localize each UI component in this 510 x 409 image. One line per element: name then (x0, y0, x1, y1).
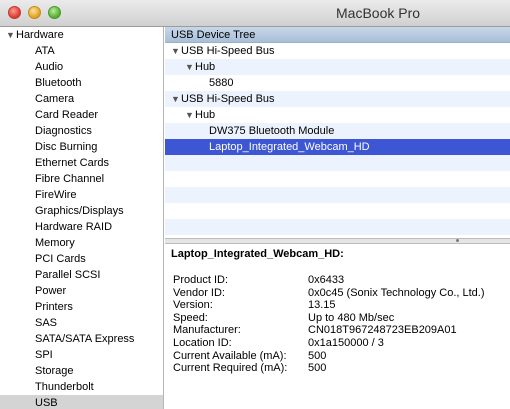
sidebar-item-camera[interactable]: Camera (0, 91, 163, 107)
title-bar[interactable]: MacBook Pro (0, 0, 510, 27)
tree-row-empty (165, 187, 510, 203)
detail-field-value: 0x0c45 (Sonix Technology Co., Ltd.) (308, 286, 485, 299)
detail-field-row: Product ID: 0x6433 (173, 274, 485, 287)
disclosure-triangle-icon[interactable]: ▼ (171, 91, 181, 107)
detail-field-value: Up to 480 Mb/sec (308, 311, 395, 324)
sidebar-item-power[interactable]: Power (0, 283, 163, 299)
tree-row[interactable]: DW375 Bluetooth Module (165, 123, 510, 139)
tree-row-label: DW375 Bluetooth Module (209, 125, 335, 137)
detail-field-value: CN018T967248723EB209A01 (308, 324, 457, 337)
tree-row-empty (165, 203, 510, 219)
main-pane: USB Device Tree ▼USB Hi-Speed Bus ▼Hub 588… (165, 27, 510, 409)
detail-field-row: Vendor ID: 0x0c45 (Sonix Technology Co., … (173, 287, 485, 300)
splitter-handle-icon[interactable] (456, 239, 459, 242)
detail-field-value: 500 (308, 362, 327, 375)
sidebar-item-audio[interactable]: Audio (0, 59, 163, 75)
tree-row[interactable]: ▼USB Hi-Speed Bus (165, 91, 510, 107)
sidebar-item-spi[interactable]: SPI (0, 347, 163, 363)
tree-row[interactable]: ▼Hub (165, 107, 510, 123)
tree-row-label: Laptop_Integrated_Webcam_HD (209, 141, 370, 153)
disclosure-triangle-icon[interactable]: ▼ (6, 27, 16, 43)
sidebar-item-usb[interactable]: USB (0, 395, 163, 409)
tree-row-label: 5880 (209, 77, 234, 89)
usb-device-tree: ▼USB Hi-Speed Bus ▼Hub 5880 ▼USB Hi-Speed B… (165, 43, 510, 238)
sidebar-item-ethernet-cards[interactable]: Ethernet Cards (0, 155, 163, 171)
detail-field-key: Product ID: (173, 274, 229, 286)
detail-field-key: Version: (173, 299, 213, 312)
detail-field-row: Manufacturer: CN018T967248723EB209A01 (173, 324, 485, 337)
sidebar-item-graphics-displays[interactable]: Graphics/Displays (0, 203, 163, 219)
tree-row[interactable]: 5880 (165, 75, 510, 91)
detail-field-key: Manufacturer: (173, 324, 241, 337)
tree-row-label: USB Hi-Speed Bus (181, 93, 275, 105)
sidebar-item-fibre-channel[interactable]: Fibre Channel (0, 171, 163, 187)
detail-fields: Product ID: 0x6433 Vendor ID: 0x0c45 (Sonix… (173, 274, 485, 375)
sidebar-item-diagnostics[interactable]: Diagnostics (0, 123, 163, 139)
detail-field-key: Location ID: (173, 336, 232, 349)
window-title: MacBook Pro (336, 5, 421, 21)
system-information-window: MacBook Pro ▼Hardware ATA Audio Bluetooth C… (0, 0, 510, 409)
tree-row-label: Hub (195, 61, 216, 73)
detail-field-row: Version: 13.15 (173, 299, 485, 312)
sidebar-item-parallel-scsi[interactable]: Parallel SCSI (0, 267, 163, 283)
sidebar: ▼Hardware ATA Audio Bluetooth Camera Card Re… (0, 27, 164, 409)
detail-title: Laptop_Integrated_Webcam_HD: (171, 248, 344, 260)
detail-field-value: 500 (308, 349, 327, 362)
detail-field-key: Current Available (mA): (173, 349, 287, 362)
tree-row-empty (165, 219, 510, 235)
disclosure-triangle-icon[interactable]: ▼ (185, 59, 195, 75)
detail-pane: Laptop_Integrated_Webcam_HD: Product ID:… (165, 244, 510, 409)
sidebar-item-sata-sata-express[interactable]: SATA/SATA Express (0, 331, 163, 347)
detail-field-row: Speed: Up to 480 Mb/sec (173, 312, 485, 325)
sidebar-item-printers[interactable]: Printers (0, 299, 163, 315)
detail-field-value: 0x6433 (308, 274, 345, 286)
tree-header: USB Device Tree (165, 27, 510, 43)
sidebar-item-thunderbolt[interactable]: Thunderbolt (0, 379, 163, 395)
sidebar-item-memory[interactable]: Memory (0, 235, 163, 251)
sidebar-item-hardware-raid[interactable]: Hardware RAID (0, 219, 163, 235)
disclosure-triangle-icon[interactable]: ▼ (171, 43, 181, 59)
sidebar-item-sas[interactable]: SAS (0, 315, 163, 331)
tree-row[interactable]: ▼Hub (165, 59, 510, 75)
tree-row-label: Hub (195, 109, 216, 121)
sidebar-item-bluetooth[interactable]: Bluetooth (0, 75, 163, 91)
detail-field-key: Speed: (173, 311, 208, 324)
tree-row-empty (165, 171, 510, 187)
tree-row[interactable]: ▼USB Hi-Speed Bus (165, 43, 510, 59)
sidebar-item-ata[interactable]: ATA (0, 43, 163, 59)
detail-field-key: Vendor ID: (173, 286, 225, 299)
detail-field-row: Current Available (mA): 500 (173, 350, 485, 363)
detail-field-value: 0x1a150000 / 3 (308, 336, 384, 349)
detail-field-row: Current Required (mA): 500 (173, 362, 485, 375)
tree-row-label: USB Hi-Speed Bus (181, 45, 275, 57)
detail-field-key: Current Required (mA): (173, 362, 288, 375)
disclosure-triangle-icon[interactable]: ▼ (185, 107, 195, 123)
sidebar-item-disc-burning[interactable]: Disc Burning (0, 139, 163, 155)
detail-field-row: Location ID: 0x1a150000 / 3 (173, 337, 485, 350)
tree-row[interactable]: Laptop_Integrated_Webcam_HD (165, 139, 510, 155)
sidebar-group-label: Hardware (16, 29, 64, 41)
sidebar-item-card-reader[interactable]: Card Reader (0, 107, 163, 123)
sidebar-item-pci-cards[interactable]: PCI Cards (0, 251, 163, 267)
sidebar-item-firewire[interactable]: FireWire (0, 187, 163, 203)
sidebar-item-storage[interactable]: Storage (0, 363, 163, 379)
sidebar-group-hardware[interactable]: ▼Hardware (0, 27, 163, 43)
tree-row-empty (165, 155, 510, 171)
detail-field-value: 13.15 (308, 299, 336, 312)
